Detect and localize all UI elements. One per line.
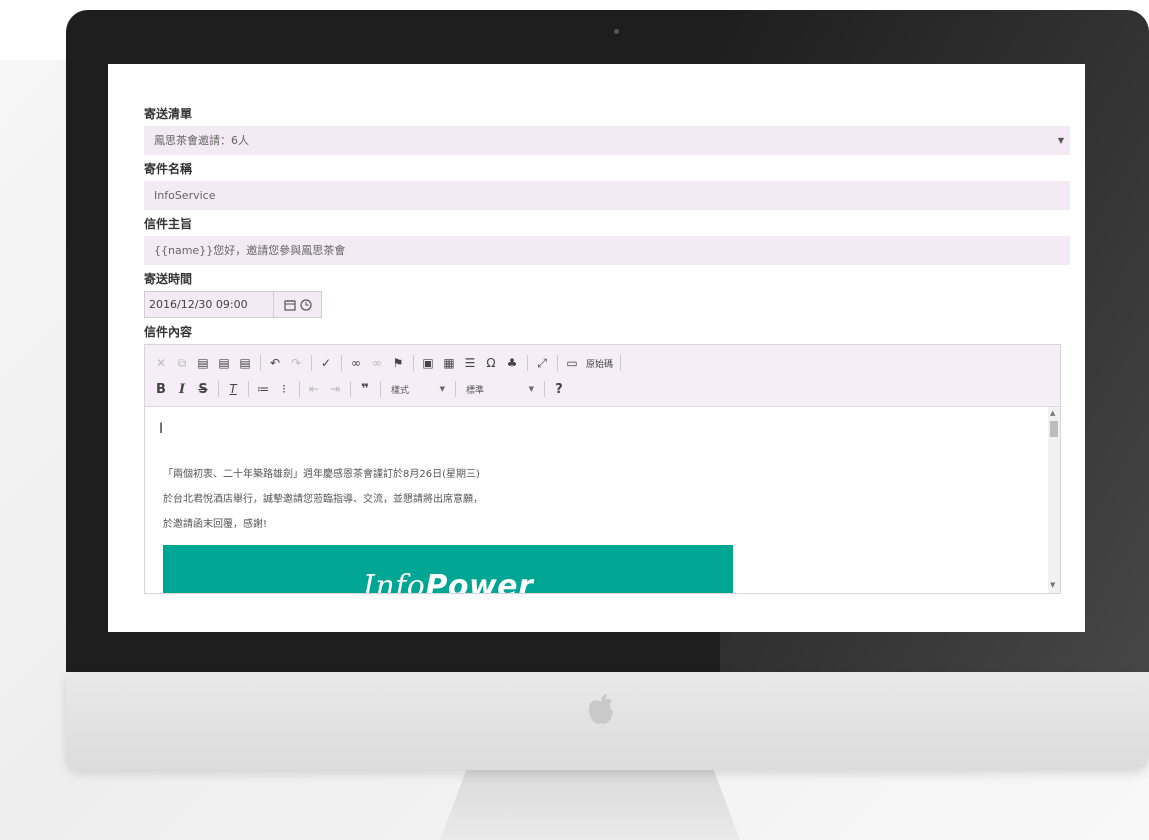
paste-icon[interactable]: ▤ bbox=[193, 353, 213, 373]
unlink-icon[interactable]: ∞ bbox=[367, 353, 387, 373]
mail-form: 寄送清單 鳳思茶會邀請：6人 ▼ 寄件名稱 InfoService 信件主旨 {… bbox=[144, 106, 1070, 594]
iframe-icon[interactable]: ♣ bbox=[502, 353, 522, 373]
table-icon[interactable]: ▦ bbox=[439, 353, 459, 373]
bold-icon[interactable]: B bbox=[151, 379, 171, 399]
toolbar-separator bbox=[218, 381, 219, 397]
subject-input[interactable]: {{name}}您好，邀請您參與鳳思茶會 bbox=[144, 236, 1070, 265]
content-label: 信件內容 bbox=[144, 325, 193, 339]
banner-logo-power: Power bbox=[425, 569, 534, 593]
strikethrough-icon[interactable]: S bbox=[193, 379, 213, 399]
size-dropdown-label: 標準 bbox=[466, 385, 485, 396]
caret-down-icon: ▼ bbox=[1057, 136, 1064, 145]
link-icon[interactable]: ∞ bbox=[346, 353, 366, 373]
scrollbar-thumb[interactable] bbox=[1050, 421, 1058, 437]
camera-dot bbox=[614, 29, 619, 34]
content-paragraph-2: 於台北君悅酒店舉行，誠摯邀請您蒞臨指導、交流，並懇請將出席意願， bbox=[163, 494, 483, 505]
editor-scrollbar[interactable]: ▲ ▼ bbox=[1048, 407, 1060, 593]
recipients-value: 鳳思茶會邀請：6人 bbox=[154, 134, 249, 147]
help-icon[interactable]: ? bbox=[549, 379, 569, 399]
paste-text-icon[interactable]: ▤ bbox=[214, 353, 234, 373]
rich-text-editor: ✕ ⧉ ▤ ▤ ▤ ↶ ↷ ✓ ∞ ∞ ⚑ ▣ ▦ ☰ Ω ♣ ⤢ ▭ 原始碼 … bbox=[144, 344, 1061, 594]
banner-logo-text: InfoPower bbox=[363, 569, 533, 593]
send-time-input[interactable]: 2016/12/30 09:00 bbox=[144, 291, 274, 318]
toolbar-separator bbox=[260, 355, 261, 371]
toolbar-separator bbox=[557, 355, 558, 371]
dropdown-arrow-icon: ▼ bbox=[528, 385, 534, 393]
toolbar-separator bbox=[380, 381, 381, 397]
blockquote-icon[interactable]: ❞ bbox=[355, 379, 375, 399]
toolbar-separator bbox=[248, 381, 249, 397]
recipients-select[interactable]: 鳳思茶會邀請：6人 ▼ bbox=[144, 126, 1070, 155]
horizontal-rule-icon[interactable]: ☰ bbox=[460, 353, 480, 373]
format-dropdown-label: 樣式 bbox=[391, 385, 410, 396]
toolbar-separator bbox=[455, 381, 456, 397]
maximize-icon[interactable]: ⤢ bbox=[532, 353, 552, 373]
text-cursor-icon: I bbox=[159, 421, 164, 437]
copy-icon[interactable]: ⧉ bbox=[172, 353, 192, 373]
datetime-picker: 2016/12/30 09:00 bbox=[144, 291, 1070, 318]
content-paragraph-3: 於邀請函末回覆，感謝! bbox=[163, 519, 268, 530]
banner-logo-info: Info bbox=[363, 569, 426, 593]
italic-icon[interactable]: I bbox=[172, 379, 192, 399]
size-dropdown[interactable]: 標準 ▼ bbox=[460, 380, 540, 398]
infopower-banner-image: InfoPower bbox=[163, 545, 733, 593]
toolbar-row-2: B I S T ≔ ⁝ ⇤ ⇥ ❞ 樣式 ▼ 標準 ▼ ? bbox=[151, 376, 1054, 402]
editor-content-area[interactable]: I 「兩個初衷、二十年築路雄劍」週年慶感恩茶會謹訂於8月26日(星期三) 於台北… bbox=[145, 407, 1060, 593]
paste-word-icon[interactable]: ▤ bbox=[235, 353, 255, 373]
send-time-label: 寄送時間 bbox=[144, 272, 193, 286]
sender-label: 寄件名稱 bbox=[144, 162, 193, 176]
redo-icon[interactable]: ↷ bbox=[286, 353, 306, 373]
editor-toolbar: ✕ ⧉ ▤ ▤ ▤ ↶ ↷ ✓ ∞ ∞ ⚑ ▣ ▦ ☰ Ω ♣ ⤢ ▭ 原始碼 … bbox=[145, 345, 1060, 407]
content-paragraph-1: 「兩個初衷、二十年築路雄劍」週年慶感恩茶會謹訂於8月26日(星期三) bbox=[163, 469, 480, 480]
outdent-icon[interactable]: ⇤ bbox=[304, 379, 324, 399]
subject-label: 信件主旨 bbox=[144, 217, 193, 231]
recipients-label: 寄送清單 bbox=[144, 107, 193, 121]
dropdown-arrow-icon: ▼ bbox=[439, 385, 445, 393]
toolbar-separator bbox=[341, 355, 342, 371]
apple-logo-icon bbox=[589, 694, 613, 724]
toolbar-separator bbox=[620, 355, 622, 371]
toolbar-separator bbox=[311, 355, 312, 371]
bulleted-list-icon[interactable]: ⁝ bbox=[274, 379, 294, 399]
toolbar-row-1: ✕ ⧉ ▤ ▤ ▤ ↶ ↷ ✓ ∞ ∞ ⚑ ▣ ▦ ☰ Ω ♣ ⤢ ▭ 原始碼 bbox=[151, 350, 1054, 376]
toolbar-separator bbox=[527, 355, 528, 371]
screen: 寄送清單 鳳思茶會邀請：6人 ▼ 寄件名稱 InfoService 信件主旨 {… bbox=[108, 64, 1085, 632]
clock-icon[interactable] bbox=[299, 298, 312, 311]
format-dropdown[interactable]: 樣式 ▼ bbox=[385, 380, 451, 398]
calendar-icon[interactable] bbox=[283, 299, 296, 311]
toolbar-separator bbox=[544, 381, 545, 397]
numbered-list-icon[interactable]: ≔ bbox=[253, 379, 273, 399]
monitor-stand bbox=[440, 760, 740, 840]
toolbar-separator bbox=[413, 355, 414, 371]
image-icon[interactable]: ▣ bbox=[418, 353, 438, 373]
cut-icon[interactable]: ✕ bbox=[151, 353, 171, 373]
spellcheck-icon[interactable]: ✓ bbox=[316, 353, 336, 373]
datetime-addon[interactable] bbox=[274, 291, 322, 318]
toolbar-separator bbox=[350, 381, 351, 397]
special-char-icon[interactable]: Ω bbox=[481, 353, 501, 373]
sender-input[interactable]: InfoService bbox=[144, 181, 1070, 210]
undo-icon[interactable]: ↶ bbox=[265, 353, 285, 373]
anchor-flag-icon[interactable]: ⚑ bbox=[388, 353, 408, 373]
scroll-down-icon[interactable]: ▼ bbox=[1050, 581, 1055, 589]
source-button[interactable]: 原始碼 bbox=[583, 357, 616, 370]
indent-icon[interactable]: ⇥ bbox=[325, 379, 345, 399]
scroll-up-icon[interactable]: ▲ bbox=[1050, 409, 1055, 417]
source-icon[interactable]: ▭ bbox=[562, 353, 582, 373]
remove-format-icon[interactable]: T bbox=[223, 379, 243, 399]
toolbar-separator bbox=[299, 381, 300, 397]
